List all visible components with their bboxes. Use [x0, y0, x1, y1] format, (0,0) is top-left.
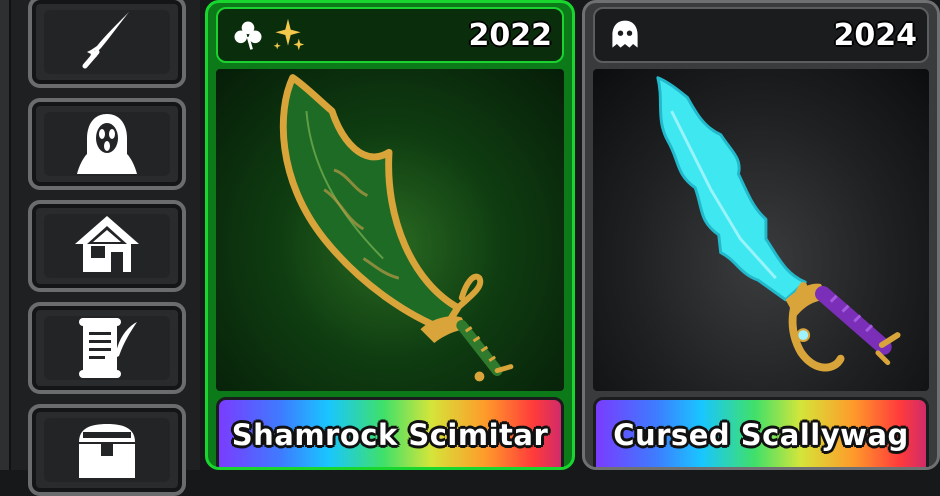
- item-name: Shamrock Scimitar: [231, 418, 549, 452]
- treasure-chest-icon: [79, 424, 135, 478]
- sidebar-button-inventory[interactable]: [28, 404, 186, 496]
- item-name-bar: Cursed Scallywag: [593, 397, 929, 467]
- cursed-sword-image: [656, 76, 901, 372]
- sidebar-button-costumes[interactable]: [28, 98, 186, 190]
- clover-icon: [234, 21, 262, 50]
- item-name-bar: Shamrock Scimitar: [216, 397, 564, 467]
- house-icon: [75, 216, 139, 272]
- scroll-quill-icon: [79, 318, 137, 378]
- release-year: 2022: [468, 17, 553, 53]
- item-card-shamrock-scimitar[interactable]: 2022 Shamrock Scimitar: [205, 0, 575, 470]
- card-header: 2022: [216, 7, 564, 63]
- sidebar-button-home[interactable]: [28, 200, 186, 292]
- sidebar: [0, 0, 200, 496]
- sidebar-edge: [0, 0, 11, 470]
- release-year: 2024: [833, 17, 918, 53]
- ghost-icon: [612, 20, 638, 48]
- card-header-icons: [230, 17, 306, 53]
- sidebar-button-quests[interactable]: [28, 302, 186, 394]
- scimitar-image: [279, 74, 514, 382]
- card-header: 2024: [593, 7, 929, 63]
- item-artwork: [593, 69, 929, 391]
- ghost-mask-icon: [77, 114, 137, 174]
- item-card-cursed-scallywag[interactable]: 2024 Cursed Scallywag: [582, 0, 940, 470]
- sword-icon: [82, 12, 129, 69]
- sparkle-icon: [273, 18, 305, 51]
- item-name: Cursed Scallywag: [613, 418, 909, 452]
- card-header-icons: [607, 17, 643, 53]
- sidebar-button-weapons[interactable]: [28, 0, 186, 88]
- item-artwork: [216, 69, 564, 391]
